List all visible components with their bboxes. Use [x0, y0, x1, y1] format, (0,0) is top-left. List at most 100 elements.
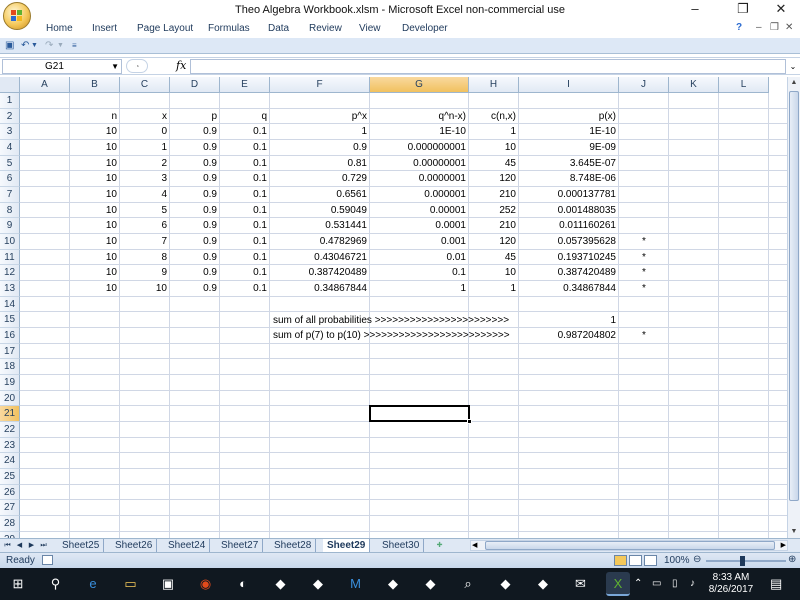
cell-q[interactable]: 0.1: [220, 171, 270, 186]
column-header-I[interactable]: I: [519, 77, 619, 93]
tab-sheet25[interactable]: Sheet25: [58, 539, 105, 552]
store-icon[interactable]: ▣: [156, 572, 180, 596]
cell-p[interactable]: 0.9: [170, 156, 220, 171]
office-button[interactable]: [3, 2, 31, 30]
customize-toolbar-icon[interactable]: ≡: [72, 41, 77, 50]
cell-q[interactable]: 0.1: [220, 124, 270, 139]
cell-cnx[interactable]: 120: [469, 234, 519, 249]
cell-q[interactable]: 0.1: [220, 234, 270, 249]
cell-qnx[interactable]: 0.0000001: [370, 171, 469, 186]
row-header-19[interactable]: 19: [0, 375, 20, 391]
mail-icon[interactable]: ✉: [569, 572, 593, 596]
formula-input[interactable]: [190, 59, 786, 74]
malwarebytes-icon[interactable]: M: [344, 572, 368, 596]
expand-formula-icon[interactable]: ◔: [126, 59, 148, 73]
cell-x[interactable]: 7: [120, 234, 170, 249]
scroll-left-icon[interactable]: ◀: [472, 541, 477, 550]
cell-q[interactable]: 0.1: [220, 140, 270, 155]
fill-handle[interactable]: [467, 419, 472, 424]
column-header-A[interactable]: A: [20, 77, 70, 93]
scroll-up-icon[interactable]: ▲: [788, 77, 800, 89]
cell-qnx[interactable]: 1: [370, 281, 469, 296]
tab-sheet27[interactable]: Sheet27: [217, 539, 264, 552]
cell-qnx[interactable]: 0.001: [370, 234, 469, 249]
cell-x[interactable]: 0: [120, 124, 170, 139]
cell-q[interactable]: 0.1: [220, 281, 270, 296]
tab-view[interactable]: View: [359, 23, 381, 34]
cell-px[interactable]: 0.34867844: [270, 281, 370, 296]
power-icon[interactable]: ▯: [672, 578, 678, 589]
row-header-16[interactable]: 16: [0, 328, 20, 344]
first-sheet-icon[interactable]: ⏮: [2, 540, 13, 551]
cell-qnx[interactable]: 1E-10: [370, 124, 469, 139]
cell-n[interactable]: 10: [70, 281, 120, 296]
cell-n[interactable]: 10: [70, 218, 120, 233]
row-header-18[interactable]: 18: [0, 359, 20, 376]
cell-qnx[interactable]: 0.01: [370, 250, 469, 265]
cell-n[interactable]: 10: [70, 250, 120, 265]
cell-q[interactable]: 0.1: [220, 203, 270, 218]
column-header-L[interactable]: L: [719, 77, 769, 93]
help-icon[interactable]: ?: [736, 22, 742, 33]
cell-mark[interactable]: [619, 218, 669, 233]
column-header-F[interactable]: F: [270, 77, 370, 93]
cell-cnx[interactable]: 210: [469, 218, 519, 233]
column-header-E[interactable]: E: [220, 77, 270, 93]
cell-px[interactable]: 0.387420489: [270, 265, 370, 280]
undo-icon[interactable]: ↶: [21, 40, 29, 51]
tab-sheet29[interactable]: Sheet29: [323, 539, 371, 552]
app-icon[interactable]: ◆: [419, 572, 443, 596]
next-sheet-icon[interactable]: ▶: [26, 540, 37, 551]
row-header-17[interactable]: 17: [0, 343, 20, 360]
undo-dropdown-icon[interactable]: ▼: [31, 42, 38, 49]
app-icon[interactable]: ◆: [269, 572, 293, 596]
column-header-J[interactable]: J: [619, 77, 669, 93]
vertical-scrollbar[interactable]: ▲ ▼: [787, 77, 800, 538]
row-header-6[interactable]: 6: [0, 171, 20, 187]
row-header-13[interactable]: 13: [0, 281, 20, 297]
excel-icon[interactable]: X: [606, 572, 630, 596]
app-icon[interactable]: ◆: [306, 572, 330, 596]
cell-prob[interactable]: 0.387420489: [519, 265, 619, 280]
cell-n[interactable]: 10: [70, 171, 120, 186]
vertical-scroll-thumb[interactable]: [789, 91, 799, 501]
people-icon[interactable]: ⌃: [634, 578, 642, 589]
cell-p[interactable]: 0.9: [170, 234, 220, 249]
cell-x[interactable]: 8: [120, 250, 170, 265]
cell-q[interactable]: 0.1: [220, 250, 270, 265]
cell-q[interactable]: 0.1: [220, 218, 270, 233]
network-icon[interactable]: ▭: [652, 578, 661, 589]
cell-n[interactable]: 10: [70, 156, 120, 171]
row-header-27[interactable]: 27: [0, 500, 20, 517]
cell-cnx[interactable]: 120: [469, 171, 519, 186]
row-header-5[interactable]: 5: [0, 155, 20, 172]
cell-p[interactable]: 0.9: [170, 218, 220, 233]
windows-icon[interactable]: ⊞: [6, 572, 30, 596]
chevron-down-icon[interactable]: ▼: [111, 60, 119, 73]
cell-p[interactable]: 0.9: [170, 265, 220, 280]
redo-icon[interactable]: ↷: [45, 40, 53, 51]
cell-n[interactable]: 10: [70, 124, 120, 139]
magnifier-icon[interactable]: ⌕: [456, 572, 480, 596]
volume-icon[interactable]: ♪: [690, 578, 695, 589]
tab-formulas[interactable]: Formulas: [208, 23, 250, 34]
cell-mark[interactable]: *: [619, 265, 669, 280]
chrome-icon[interactable]: ◉: [194, 572, 218, 596]
cell-prob[interactable]: 9E-09: [519, 140, 619, 155]
cell-mark[interactable]: [619, 124, 669, 139]
cell-x[interactable]: 6: [120, 218, 170, 233]
workbook-close-button[interactable]: ✕: [785, 22, 793, 33]
cell-cnx[interactable]: 210: [469, 187, 519, 202]
row-header-28[interactable]: 28: [0, 516, 20, 532]
cell-x[interactable]: 3: [120, 171, 170, 186]
cell-n[interactable]: 10: [70, 265, 120, 280]
cell-x[interactable]: 10: [120, 281, 170, 296]
cell-prob[interactable]: 8.748E-06: [519, 171, 619, 186]
normal-view-icon[interactable]: [614, 555, 627, 566]
scroll-right-icon[interactable]: ▶: [781, 541, 786, 550]
file-explorer-icon[interactable]: ▭: [119, 572, 143, 596]
cell-px[interactable]: 1: [270, 124, 370, 139]
cell-p[interactable]: 0.9: [170, 187, 220, 202]
last-sheet-icon[interactable]: ⏭: [38, 540, 49, 551]
cell-prob[interactable]: 0.011160261: [519, 218, 619, 233]
